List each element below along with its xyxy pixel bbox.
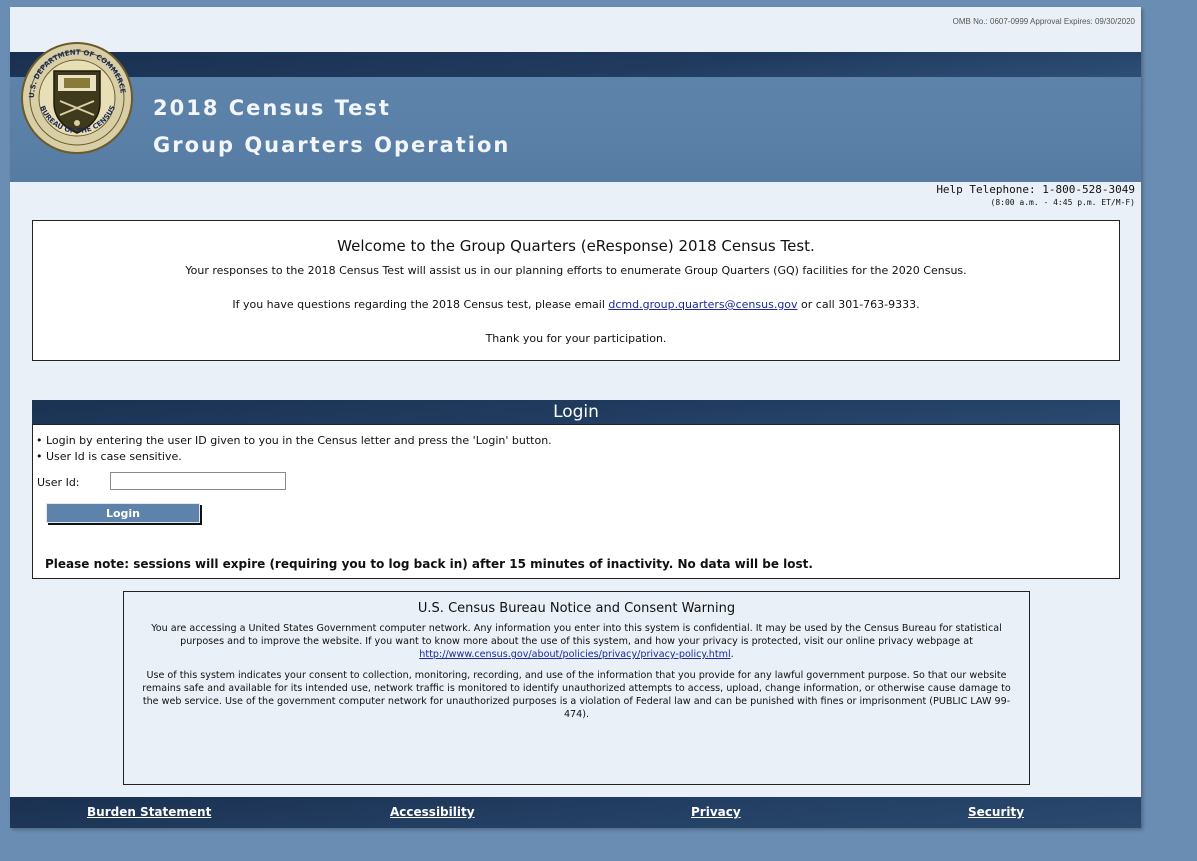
privacy-policy-link[interactable]: http://www.census.gov/about/policies/pri…	[419, 649, 730, 660]
userid-input[interactable]	[110, 472, 286, 490]
consent-paragraph-privacy: You are accessing a United States Govern…	[140, 622, 1013, 661]
omb-approval-text: OMB No.: 0607-0999 Approval Expires: 09/…	[952, 17, 1135, 26]
footer-link-security[interactable]: Security	[968, 805, 1024, 819]
welcome-paragraph-contact: If you have questions regarding the 2018…	[33, 298, 1119, 311]
help-telephone-number: Help Telephone: 1-800-528-3049	[936, 183, 1135, 196]
consent-privacy-text: You are accessing a United States Govern…	[151, 623, 1002, 647]
page-title-line2: Group Quarters Operation	[153, 133, 511, 157]
page-title-line1: 2018 Census Test	[153, 96, 391, 120]
welcome-paragraph-purpose: Your responses to the 2018 Census Test w…	[185, 264, 967, 277]
header-top-stripe	[10, 52, 1141, 80]
contact-text-before: If you have questions regarding the 2018…	[232, 298, 609, 311]
census-bureau-seal-icon: U.S. DEPARTMENT OF COMMERCE BUREAU OF TH…	[21, 42, 133, 154]
consent-paragraph-monitoring: Use of this system indicates your consen…	[142, 670, 1011, 720]
login-heading: Login	[32, 400, 1120, 424]
header-banner	[10, 77, 1141, 182]
contact-text-after: or call 301-763-9333.	[797, 298, 920, 311]
consent-privacy-end: .	[730, 649, 734, 660]
welcome-title: Welcome to the Group Quarters (eResponse…	[337, 237, 815, 255]
footer-bar: Burden Statement Accessibility Privacy S…	[10, 797, 1141, 828]
login-button[interactable]: Login	[46, 503, 200, 523]
consent-title: U.S. Census Bureau Notice and Consent Wa…	[417, 601, 736, 616]
welcome-panel: Welcome to the Group Quarters (eResponse…	[32, 220, 1120, 361]
help-telephone-hours: (8:00 a.m. - 4:45 p.m. ET/M-F)	[990, 198, 1136, 207]
help-telephone-block: Help Telephone: 1-800-528-3049 (8:00 a.m…	[936, 183, 1135, 207]
footer-link-burden-statement[interactable]: Burden Statement	[87, 805, 211, 819]
footer-link-privacy[interactable]: Privacy	[691, 805, 741, 819]
login-instruction-1: • Login by entering the user ID given to…	[36, 434, 552, 447]
userid-label: User Id:	[37, 476, 80, 489]
contact-email-link[interactable]: dcmd.group.quarters@census.gov	[608, 298, 797, 311]
footer-link-accessibility[interactable]: Accessibility	[390, 805, 475, 819]
login-panel: • Login by entering the user ID given to…	[32, 424, 1120, 579]
page-container: OMB No.: 0607-0999 Approval Expires: 09/…	[10, 7, 1141, 828]
welcome-thank-you: Thank you for your participation.	[485, 332, 667, 345]
login-instruction-2: • User Id is case sensitive.	[36, 450, 182, 463]
session-expiry-note: Please note: sessions will expire (requi…	[45, 557, 813, 571]
consent-warning-panel: U.S. Census Bureau Notice and Consent Wa…	[123, 591, 1030, 785]
